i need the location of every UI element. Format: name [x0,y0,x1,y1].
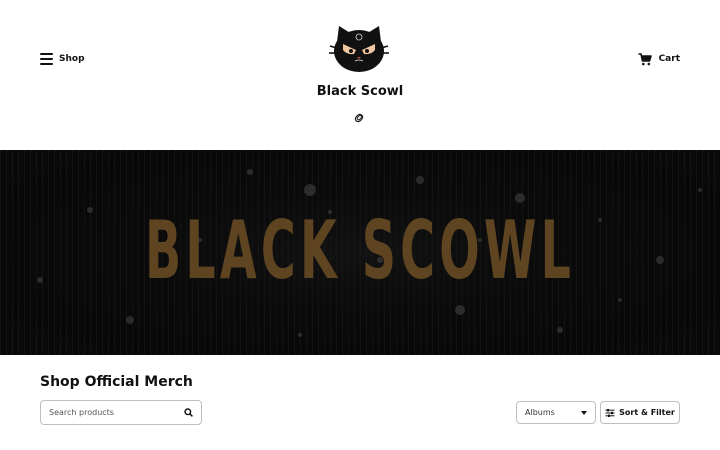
search-button[interactable] [183,408,193,418]
cart-icon [638,52,652,65]
banner-artwork: BLACK SCOWL [0,150,720,355]
search-box [40,400,202,425]
shop-menu-button[interactable]: Shop [40,51,85,67]
brand-name: Black Scowl [316,84,404,99]
sort-filter-label: Sort & Filter [619,408,675,417]
cart-label: Cart [658,54,680,64]
chevron-down-icon [581,410,587,415]
category-select-value: Albums [525,408,555,417]
shop-menu-label: Shop [59,54,85,64]
sort-filter-button[interactable]: Sort & Filter [600,401,680,424]
search-input[interactable] [49,408,174,417]
hero-banner: BLACK SCOWL [0,150,720,355]
sliders-icon [605,408,615,417]
cart-button[interactable]: Cart [638,51,680,67]
search-icon [183,408,193,417]
hamburger-icon [40,53,53,65]
category-select[interactable]: Albums [516,401,596,424]
section-title: Shop Official Merch [40,374,193,390]
paperclip-link-icon[interactable] [352,111,366,125]
scowling-cat-logo[interactable] [328,24,390,74]
site-header: Shop Black Scowl Cart [0,0,720,150]
banner-title: BLACK SCOWL [145,204,575,297]
